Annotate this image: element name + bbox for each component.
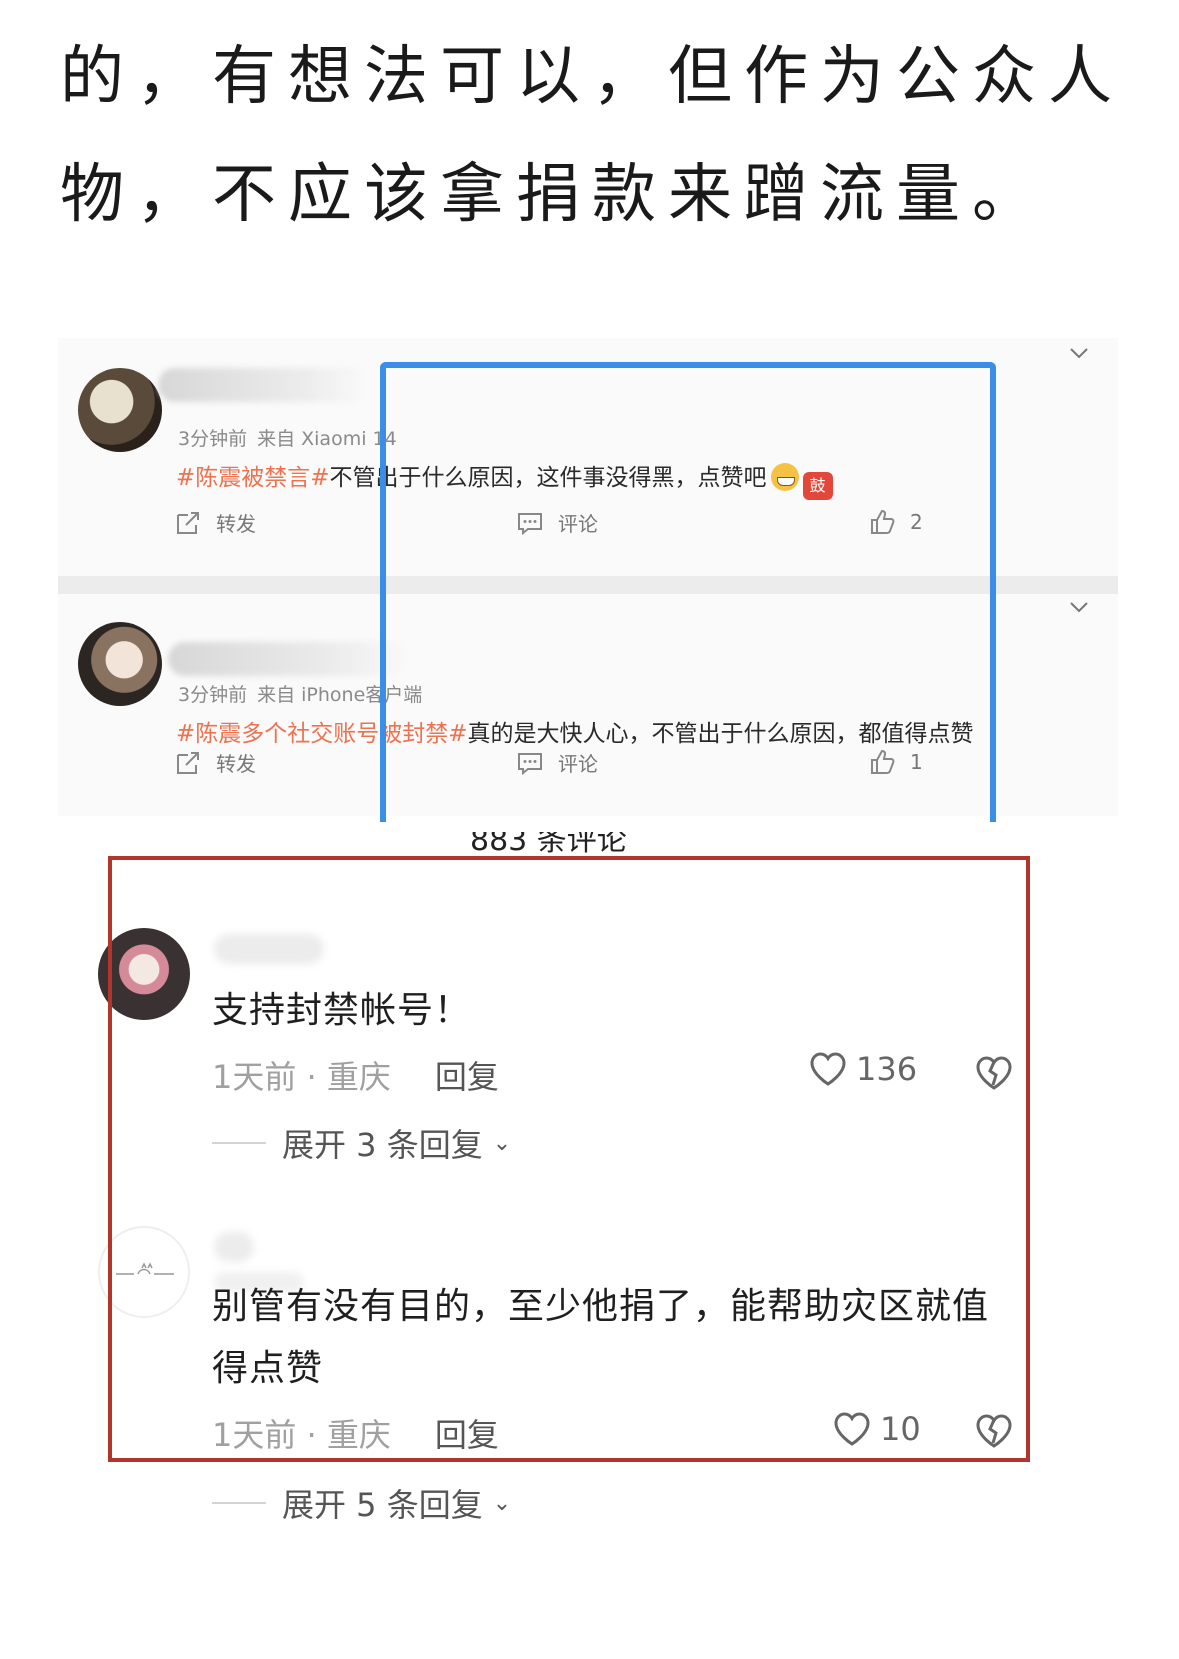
forward-label: 转发 <box>216 752 256 776</box>
chevron-down-icon: ⌄ <box>492 1490 512 1516</box>
post-time: 3分钟前 <box>178 428 248 450</box>
post-meta: 3分钟前 来自 Xiaomi 14 <box>178 424 397 451</box>
comment-count-header: 883 条评论 <box>470 832 627 854</box>
article-line: 物，不应该拿捐款来蹭流量。 <box>60 158 1048 232</box>
avatar[interactable] <box>78 622 162 706</box>
blurred-username <box>168 642 408 676</box>
blue-highlight-box <box>380 362 996 822</box>
post-source: 来自 Xiaomi 14 <box>257 428 397 450</box>
expand-replies-button[interactable]: 展开 5 条回复 ⌄ <box>212 1480 511 1526</box>
share-icon <box>177 751 199 774</box>
share-icon <box>177 511 199 534</box>
chevron-down-icon[interactable] <box>1068 342 1090 364</box>
forward-button[interactable]: 转发 <box>174 748 256 777</box>
expand-label: 展开 5 条回复 <box>282 1486 483 1524</box>
blurred-username <box>158 368 368 402</box>
topic-link[interactable]: #陈震被禁言# <box>176 465 330 491</box>
forward-button[interactable]: 转发 <box>174 508 256 537</box>
article-line: 的，有想法可以，但作为公众人 <box>60 40 1124 114</box>
divider-line <box>212 1502 266 1504</box>
article-paragraph: 的，有想法可以，但作为公众人 物，不应该拿捐款来蹭流量。 <box>60 18 1140 254</box>
chevron-down-icon[interactable] <box>1068 596 1090 618</box>
red-highlight-box <box>108 856 1030 1462</box>
post-time: 3分钟前 <box>178 684 248 706</box>
avatar[interactable] <box>78 368 162 452</box>
forward-label: 转发 <box>216 512 256 536</box>
